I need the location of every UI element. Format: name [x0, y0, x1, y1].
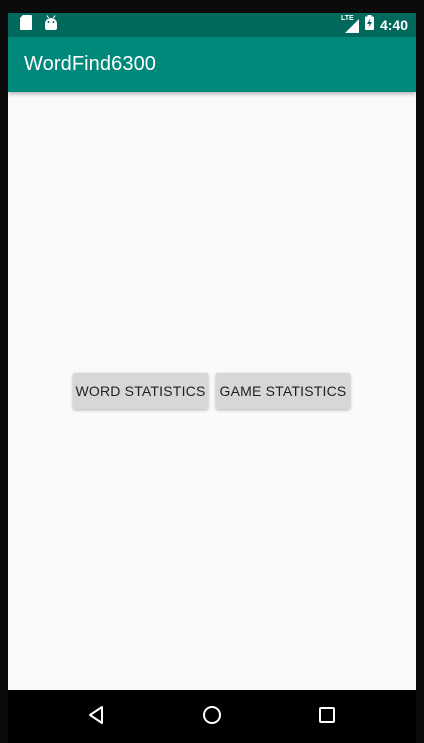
app-title: WordFind6300: [24, 53, 157, 75]
android-icon: [44, 15, 58, 35]
battery-charging-icon: [364, 15, 374, 35]
app-bar: WordFind6300: [8, 37, 416, 92]
lte-signal-icon: LTE: [340, 15, 359, 33]
home-icon: [202, 705, 222, 730]
recents-button[interactable]: [312, 703, 342, 731]
device-screen: LTE 4:40 WordFind6300 WORD STATISTICS GA…: [8, 13, 416, 743]
navigation-bar: [8, 690, 416, 743]
main-content: WORD STATISTICS GAME STATISTICS: [8, 92, 416, 690]
back-button[interactable]: [82, 703, 112, 731]
network-label: LTE: [340, 15, 354, 22]
game-statistics-button[interactable]: GAME STATISTICS: [216, 373, 350, 409]
home-button[interactable]: [197, 703, 227, 731]
back-icon: [87, 705, 107, 730]
notification-icons: [20, 15, 58, 35]
word-statistics-button[interactable]: WORD STATISTICS: [73, 373, 208, 409]
sd-card-icon: [20, 15, 32, 35]
status-bar: LTE 4:40: [8, 13, 416, 37]
system-status-icons: LTE 4:40: [340, 15, 408, 35]
status-time: 4:40: [379, 17, 408, 33]
recents-icon: [318, 706, 336, 729]
screen-frame: LTE 4:40 WordFind6300 WORD STATISTICS GA…: [0, 0, 424, 743]
